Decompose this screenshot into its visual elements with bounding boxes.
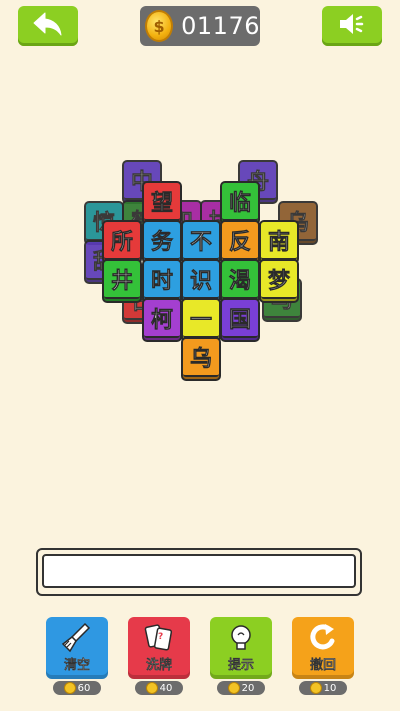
back-button[interactable] [18, 6, 78, 46]
coin-icon [227, 682, 240, 694]
tile[interactable]: 乌 [181, 337, 221, 381]
tile-char: 梦 [261, 261, 297, 299]
tile[interactable]: 渴 [220, 259, 260, 303]
tile[interactable]: 所 [102, 220, 142, 264]
tile[interactable]: 望 [142, 181, 182, 225]
shuffle-label: 洗牌 [145, 658, 172, 673]
tile-char: 国 [222, 300, 258, 338]
tile[interactable]: 梦 [259, 259, 299, 303]
coin-counter: $ 01176 [140, 6, 260, 46]
tile-char: 临 [222, 183, 258, 221]
tile[interactable]: 务 [142, 220, 182, 264]
tile[interactable]: 不 [181, 220, 221, 264]
coin-icon [145, 682, 158, 694]
clear-cost: 60 [53, 681, 101, 695]
tile-char: 所 [104, 222, 140, 260]
coin-icon: $ [145, 10, 174, 42]
tile-char: 柯 [144, 300, 180, 338]
tile[interactable]: 国 [220, 298, 260, 342]
tile-char: 反 [222, 222, 258, 260]
tile[interactable]: 识 [181, 259, 221, 303]
tile-tray-slots [42, 554, 356, 588]
tile-char: 井 [104, 261, 140, 299]
sound-button[interactable] [322, 6, 382, 46]
tile-tray [36, 548, 362, 596]
tile[interactable]: 南 [259, 220, 299, 264]
shuffle-cards-icon: ? [128, 621, 190, 655]
undo-cost: 10 [299, 681, 347, 695]
clear-button[interactable]: 清空 [46, 617, 108, 679]
svg-text:?: ? [158, 632, 163, 642]
shuffle-button[interactable]: ? 洗牌 [128, 617, 190, 679]
tile[interactable]: 临 [220, 181, 260, 225]
tile-char: 南 [261, 222, 297, 260]
hint-cost: 20 [217, 681, 265, 695]
tile[interactable]: 井 [102, 259, 142, 303]
tile-char: 识 [183, 261, 219, 299]
shuffle-cost: 40 [135, 681, 183, 695]
coin-count: 01176 [181, 12, 260, 40]
tile-char: 务 [144, 222, 180, 260]
coin-icon [63, 682, 76, 694]
tile-char: 乌 [183, 339, 219, 377]
hint-button[interactable]: 提示 [210, 617, 272, 679]
tile-char: 不 [183, 222, 219, 260]
tile[interactable]: 柯 [142, 298, 182, 342]
clear-label: 清空 [63, 658, 90, 673]
back-arrow-icon [32, 11, 64, 41]
tile-char: 渴 [222, 261, 258, 299]
tile[interactable]: 一 [181, 298, 221, 342]
tile[interactable]: 反 [220, 220, 260, 264]
speaker-icon [336, 11, 368, 41]
lightbulb-icon [210, 621, 272, 655]
tile-char: 望 [144, 183, 180, 221]
undo-icon [292, 621, 354, 655]
tile-char: 时 [144, 261, 180, 299]
hint-label: 提示 [227, 658, 254, 673]
undo-label: 撤回 [309, 658, 336, 673]
brush-icon [46, 621, 108, 655]
tile[interactable]: 时 [142, 259, 182, 303]
undo-button[interactable]: 撤回 [292, 617, 354, 679]
coin-icon [309, 682, 322, 694]
tile-char: 一 [183, 300, 219, 338]
